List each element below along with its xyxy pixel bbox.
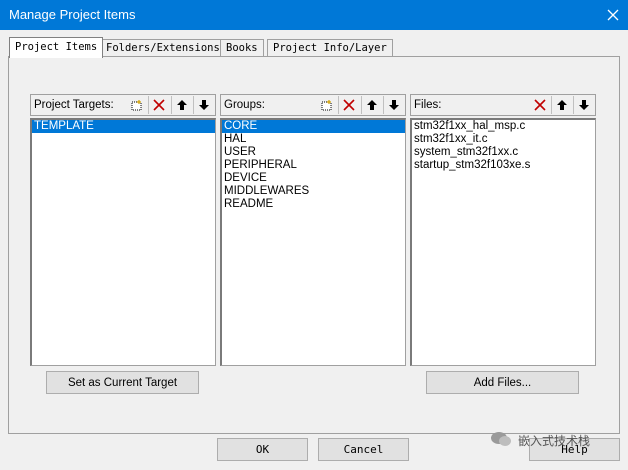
files-label: Files: [414, 99, 442, 111]
groups-list[interactable]: CORE HAL USER PERIPHERAL DEVICE MIDDLEWA… [220, 118, 406, 366]
groups-label: Groups: [224, 99, 265, 111]
move-up-group-icon[interactable] [361, 96, 381, 114]
close-icon[interactable] [598, 0, 628, 30]
move-down-file-icon[interactable] [573, 96, 593, 114]
move-down-group-icon[interactable] [383, 96, 403, 114]
cancel-button[interactable]: Cancel [318, 438, 409, 461]
delete-target-icon[interactable] [148, 96, 168, 114]
list-item[interactable]: CORE [222, 120, 405, 133]
targets-label: Project Targets: [34, 99, 114, 111]
list-item[interactable]: README [222, 198, 405, 211]
tab-books[interactable]: Books [220, 39, 264, 56]
add-files-button[interactable]: Add Files... [426, 371, 579, 394]
tab-folders-extensions[interactable]: Folders/Extensions [100, 39, 226, 56]
watermark-text: 嵌入式技术栈 [518, 434, 591, 448]
list-item[interactable]: PERIPHERAL [222, 159, 405, 172]
new-target-icon[interactable] [127, 96, 146, 114]
dialog-body: Project Items Folders/Extensions Books P… [0, 30, 628, 470]
list-item[interactable]: system_stm32f1xx.c [412, 146, 595, 159]
move-down-target-icon[interactable] [193, 96, 213, 114]
list-item[interactable]: stm32f1xx_hal_msp.c [412, 120, 595, 133]
list-item[interactable]: HAL [222, 133, 405, 146]
delete-file-icon[interactable] [530, 96, 549, 114]
watermark: 嵌入式技术栈 [490, 430, 590, 451]
groups-header: Groups: [220, 94, 406, 116]
delete-group-icon[interactable] [338, 96, 358, 114]
files-list[interactable]: stm32f1xx_hal_msp.c stm32f1xx_it.c syste… [410, 118, 596, 366]
list-item[interactable]: USER [222, 146, 405, 159]
move-up-file-icon[interactable] [551, 96, 571, 114]
list-item[interactable]: stm32f1xx_it.c [412, 133, 595, 146]
title-bar: Manage Project Items [0, 0, 628, 30]
move-up-target-icon[interactable] [171, 96, 191, 114]
chat-bubble-icon [490, 430, 512, 451]
targets-list[interactable]: TEMPLATE [30, 118, 216, 366]
new-group-icon[interactable] [317, 96, 336, 114]
list-item[interactable]: startup_stm32f103xe.s [412, 159, 595, 172]
list-item[interactable]: TEMPLATE [32, 120, 215, 133]
list-item[interactable]: MIDDLEWARES [222, 185, 405, 198]
set-current-target-button[interactable]: Set as Current Target [46, 371, 199, 394]
tab-project-items[interactable]: Project Items [9, 37, 104, 58]
tab-project-info-layer[interactable]: Project Info/Layer [267, 39, 393, 56]
window-title: Manage Project Items [9, 7, 136, 22]
ok-button[interactable]: OK [217, 438, 308, 461]
targets-header: Project Targets: [30, 94, 216, 116]
list-item[interactable]: DEVICE [222, 172, 405, 185]
files-header: Files: [410, 94, 596, 116]
